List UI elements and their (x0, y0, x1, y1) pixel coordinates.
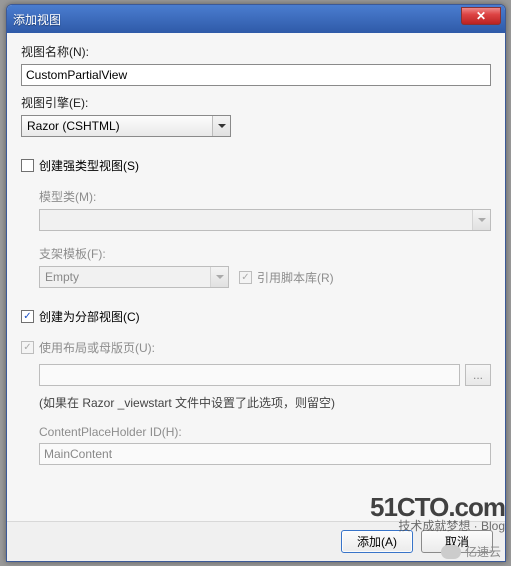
view-name-input[interactable] (21, 64, 491, 86)
cloud-icon (441, 545, 461, 559)
layout-hint: (如果在 Razor _viewstart 文件中设置了此选项，则留空) (39, 394, 491, 411)
strong-type-section: 模型类(M): 支架模板(F): Empty ✓ 引用脚本库(R) (39, 188, 491, 288)
titlebar: 添加视图 ✕ (7, 5, 505, 33)
scaffold-value: Empty (45, 270, 79, 284)
add-button[interactable]: 添加(A) (341, 530, 413, 553)
partial-row[interactable]: ✓ 创建为分部视图(C) (21, 308, 491, 325)
chevron-down-icon (216, 275, 224, 279)
ellipsis-icon: ... (473, 368, 483, 382)
dropdown-arrow (472, 210, 490, 230)
cph-input (39, 443, 491, 465)
use-layout-label: 使用布局或母版页(U): (39, 339, 155, 356)
ref-scripts-label: 引用脚本库(R) (257, 269, 334, 286)
watermark-51cto: 51CTO.com 技术成就梦想 · Blog (370, 494, 505, 532)
view-name-label: 视图名称(N): (21, 43, 491, 60)
ref-scripts-row: ✓ 引用脚本库(R) (239, 269, 334, 286)
strong-type-row[interactable]: 创建强类型视图(S) (21, 157, 491, 174)
strong-type-checkbox[interactable] (21, 159, 34, 172)
model-class-label: 模型类(M): (39, 188, 491, 205)
layout-section: ... (如果在 Razor _viewstart 文件中设置了此选项，则留空)… (39, 364, 491, 465)
use-layout-row: ✓ 使用布局或母版页(U): (21, 339, 491, 356)
dialog-content: 视图名称(N): 视图引擎(E): Razor (CSHTML) 创建强类型视图… (7, 33, 505, 521)
add-view-dialog: 添加视图 ✕ 视图名称(N): 视图引擎(E): Razor (CSHTML) … (6, 4, 506, 562)
chevron-down-icon (218, 124, 226, 128)
cph-label: ContentPlaceHolder ID(H): (39, 425, 491, 439)
dropdown-arrow (210, 267, 228, 287)
chevron-down-icon (478, 218, 486, 222)
dropdown-arrow (212, 116, 230, 136)
close-icon: ✕ (476, 9, 486, 23)
window-title: 添加视图 (13, 11, 61, 28)
close-button[interactable]: ✕ (461, 7, 501, 25)
scaffold-label: 支架模板(F): (39, 245, 491, 262)
use-layout-checkbox: ✓ (21, 341, 34, 354)
strong-type-label: 创建强类型视图(S) (39, 157, 139, 174)
ref-scripts-checkbox: ✓ (239, 271, 252, 284)
partial-label: 创建为分部视图(C) (39, 308, 140, 325)
view-engine-label: 视图引擎(E): (21, 94, 491, 111)
view-engine-value: Razor (CSHTML) (27, 119, 120, 133)
layout-path-input (39, 364, 460, 386)
model-class-select (39, 209, 491, 231)
watermark-yisu: 亿速云 (441, 543, 501, 560)
partial-checkbox[interactable]: ✓ (21, 310, 34, 323)
view-engine-select[interactable]: Razor (CSHTML) (21, 115, 231, 137)
scaffold-select: Empty (39, 266, 229, 288)
browse-button: ... (465, 364, 491, 386)
